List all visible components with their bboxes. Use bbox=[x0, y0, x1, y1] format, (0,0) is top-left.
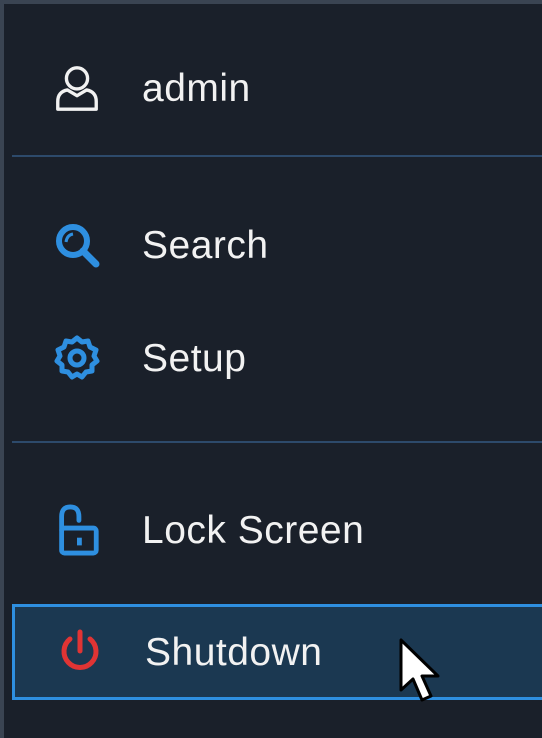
menu-item-search[interactable]: Search bbox=[12, 209, 542, 281]
menu-item-setup[interactable]: Setup bbox=[12, 322, 542, 394]
unlock-icon bbox=[52, 504, 102, 556]
gear-icon bbox=[52, 333, 102, 383]
menu-item-label: Setup bbox=[142, 336, 247, 380]
divider bbox=[12, 155, 542, 157]
power-icon bbox=[55, 627, 105, 677]
mouse-cursor-icon bbox=[399, 638, 440, 702]
menu-item-label: Search bbox=[142, 223, 269, 267]
user-icon bbox=[52, 63, 102, 113]
menu-item-shutdown[interactable]: Shutdown bbox=[12, 604, 542, 700]
menu-item-lock-screen[interactable]: Lock Screen bbox=[12, 494, 542, 566]
user-name: admin bbox=[142, 66, 251, 110]
menu-item-label: Lock Screen bbox=[142, 508, 365, 552]
context-menu: admin Search Setup Lock Screen Shutdown bbox=[0, 0, 542, 738]
menu-item-label: Shutdown bbox=[145, 630, 323, 674]
menu-item-user[interactable]: admin bbox=[12, 52, 542, 124]
divider bbox=[12, 441, 542, 443]
search-icon bbox=[52, 220, 102, 270]
